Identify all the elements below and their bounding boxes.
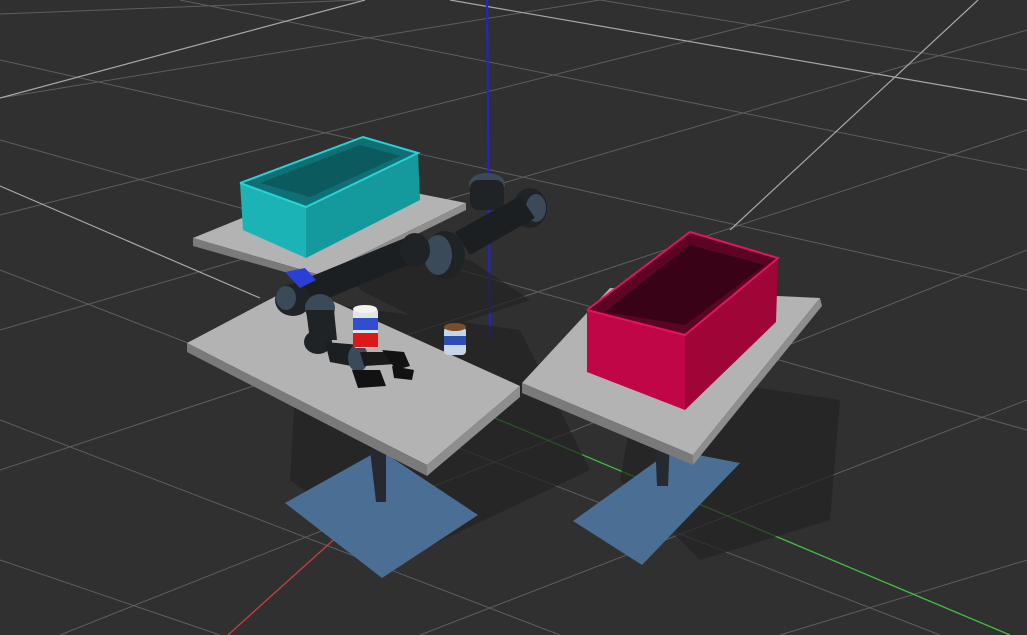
viewport-background	[0, 0, 1027, 635]
object-jar[interactable]	[444, 323, 466, 355]
object-can[interactable]	[353, 305, 378, 348]
scene-canvas[interactable]	[0, 0, 1027, 635]
3d-viewport[interactable]	[0, 0, 1027, 635]
